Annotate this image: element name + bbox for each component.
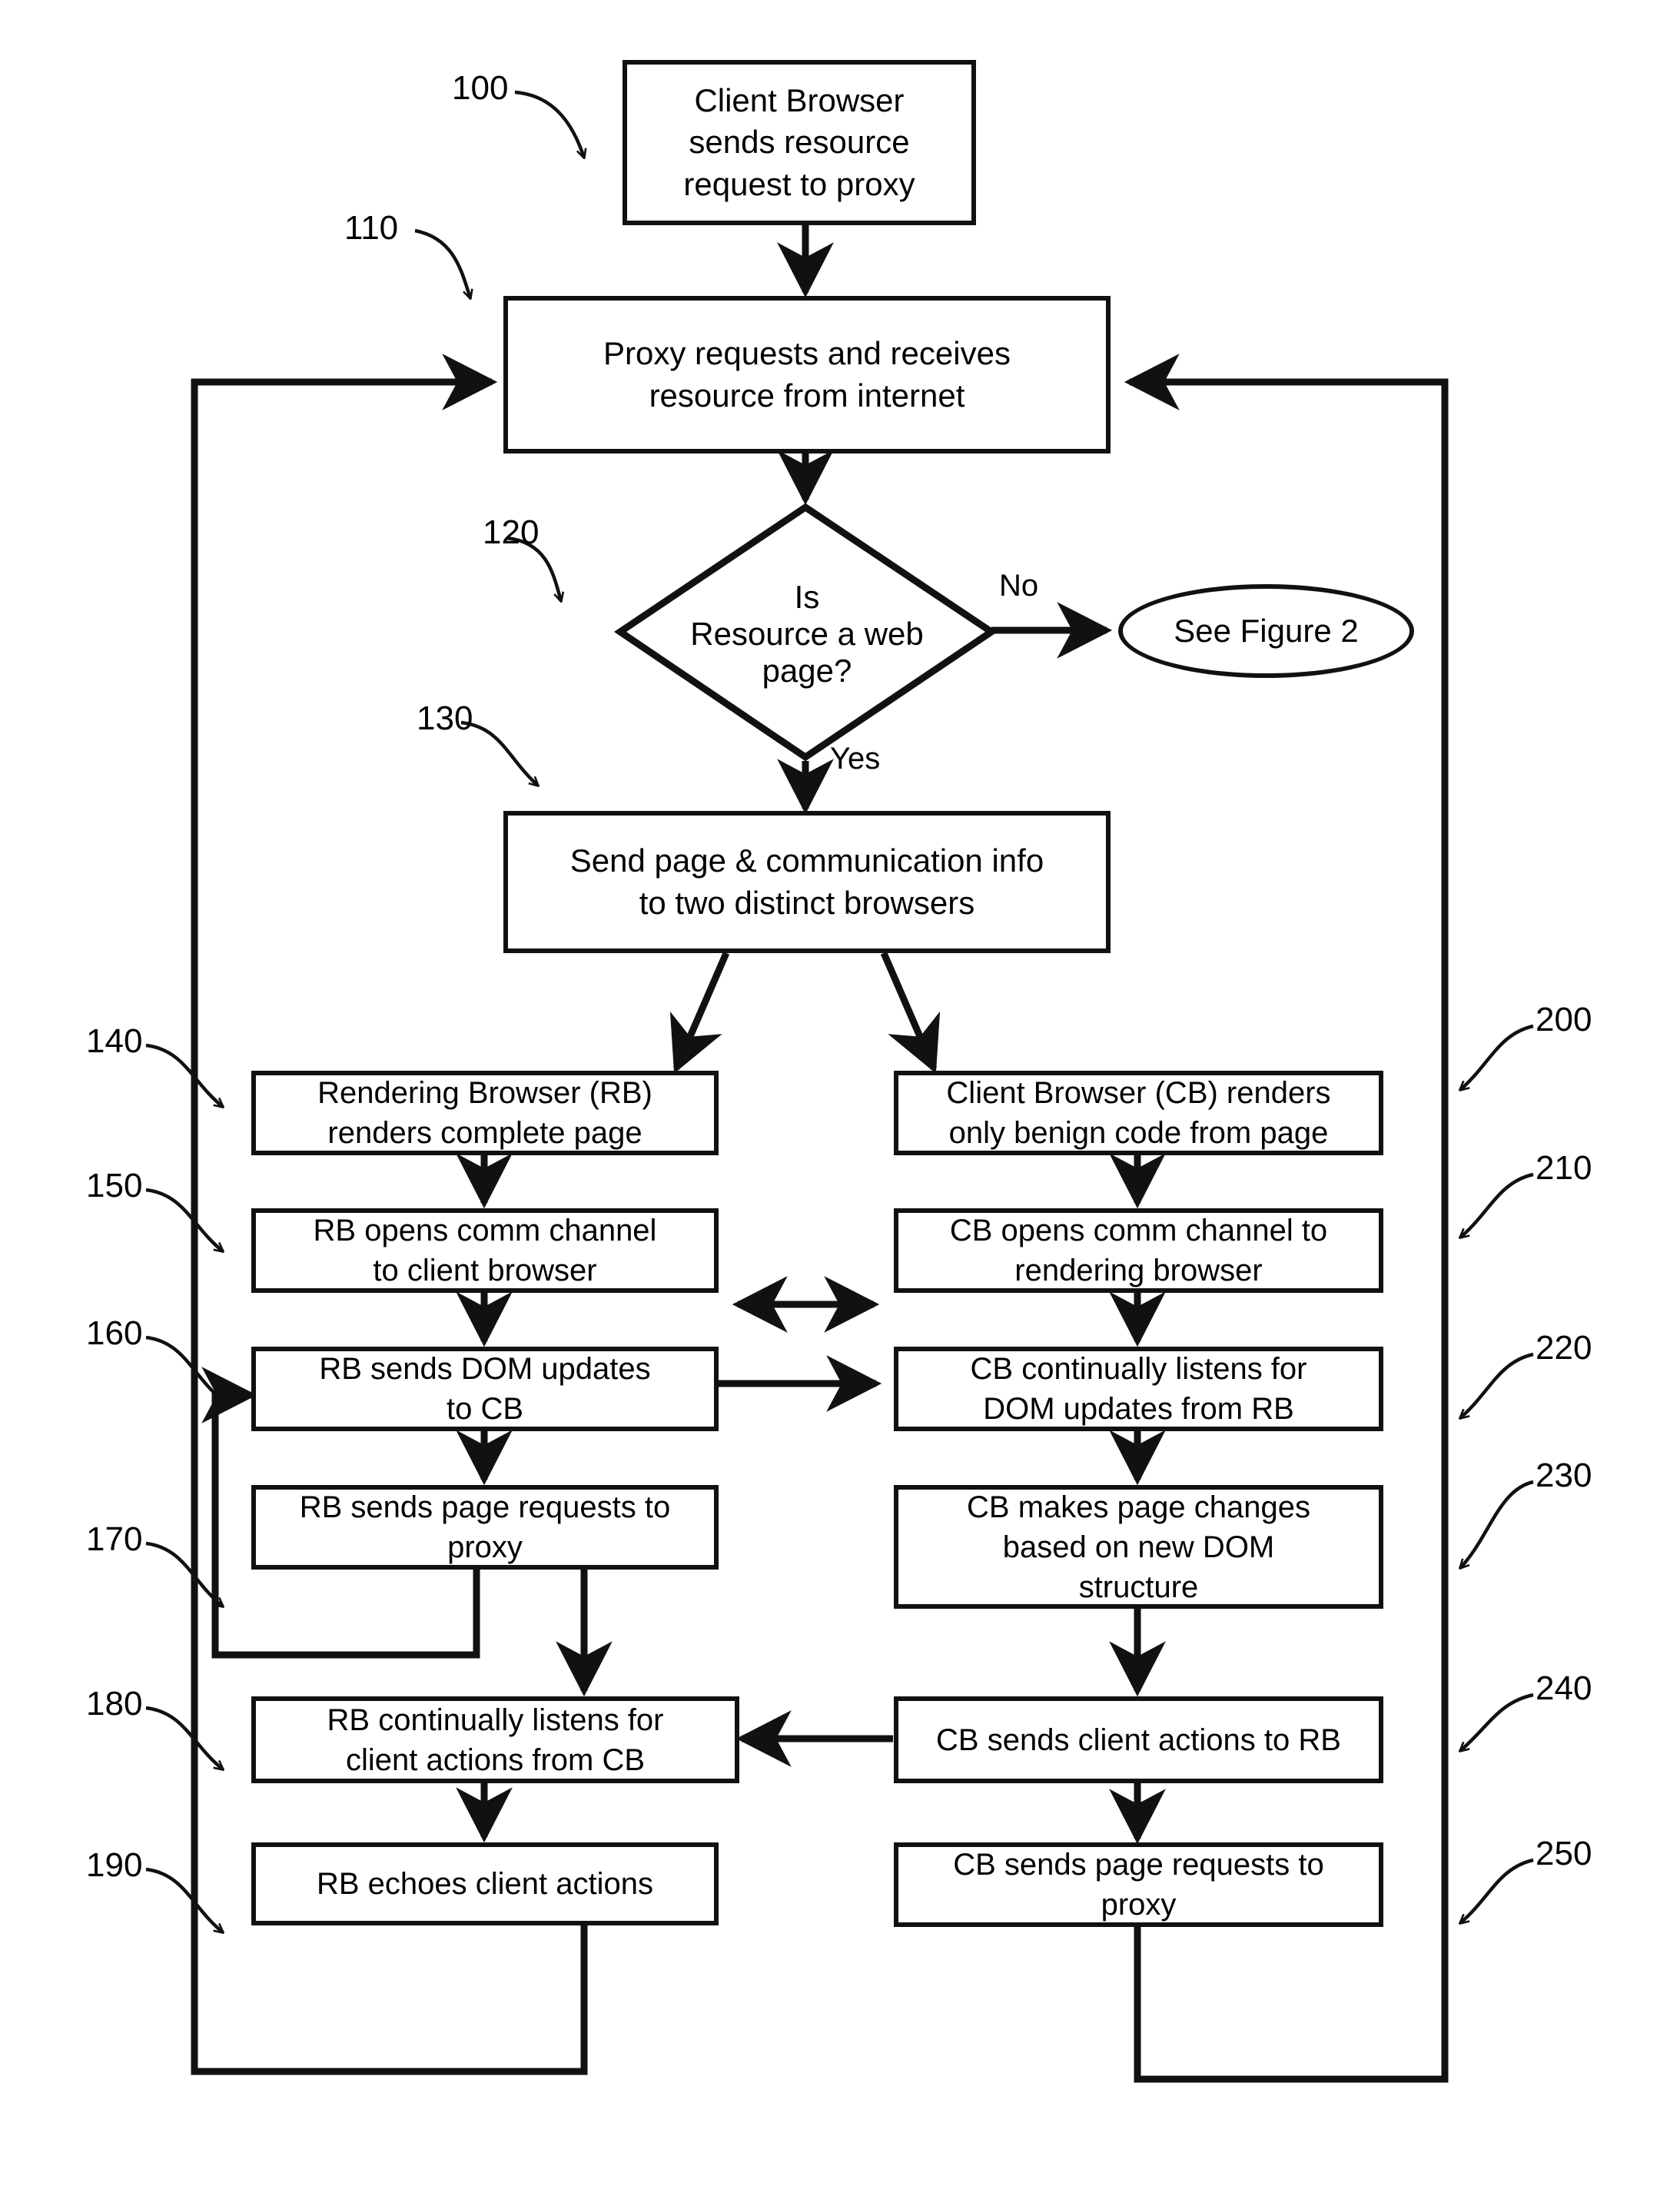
process-box-110: Proxy requests and receives resource fro…	[503, 296, 1111, 453]
ref-numeral-160: 160	[86, 1314, 143, 1352]
leader-190	[145, 1867, 223, 1932]
leader-240	[1460, 1693, 1534, 1751]
ref-numeral-200: 200	[1536, 1001, 1592, 1038]
ref-numeral-250: 250	[1536, 1835, 1592, 1872]
ref-numeral-220: 220	[1536, 1329, 1592, 1367]
leader-200	[1460, 1024, 1534, 1090]
box230-line3: structure	[1078, 1570, 1199, 1604]
leader-100	[514, 90, 584, 158]
box130-line2: to two distinct browsers	[639, 884, 975, 921]
box230-line2: based on new DOM	[1002, 1530, 1275, 1564]
box150-line2: to client browser	[373, 1254, 597, 1287]
box200-line2: only benign code from page	[948, 1116, 1329, 1150]
box230-line1: CB makes page changes	[967, 1490, 1310, 1524]
leader-230	[1460, 1480, 1534, 1568]
process-box-250: CB sends page requests to proxy	[894, 1842, 1383, 1927]
process-box-100: Client Browser sends resource request to…	[623, 60, 976, 225]
box210-line1: CB opens comm channel to	[949, 1214, 1328, 1247]
box170-line1: RB sends page requests to	[299, 1490, 671, 1524]
box160-line1: RB sends DOM updates	[319, 1352, 651, 1386]
box150-line1: RB opens comm channel	[313, 1214, 657, 1247]
ref-numeral-100: 100	[452, 69, 509, 107]
edge-label-yes: Yes	[830, 742, 881, 776]
edge-label-no: No	[999, 569, 1039, 603]
process-box-230: CB makes page changes based on new DOM s…	[894, 1485, 1383, 1609]
process-box-240: CB sends client actions to RB	[894, 1696, 1383, 1783]
box250-line2: proxy	[1101, 1888, 1177, 1922]
flowchart-canvas: Client Browser sends resource request to…	[0, 0, 1680, 2186]
box140-line1: Rendering Browser (RB)	[317, 1076, 652, 1110]
leader-160	[145, 1335, 223, 1400]
box100-line3: request to proxy	[683, 165, 915, 202]
edge-130-to-140	[669, 952, 730, 1074]
box220-line2: DOM updates from RB	[983, 1392, 1294, 1426]
box140-line2: renders complete page	[327, 1116, 642, 1150]
ref-numeral-120: 120	[483, 513, 540, 551]
figure2-label: See Figure 2	[1174, 613, 1359, 649]
edge-130-to-200	[880, 952, 941, 1074]
process-box-160: RB sends DOM updates to CB	[251, 1347, 719, 1431]
ref-numeral-110: 110	[344, 209, 399, 247]
process-box-170: RB sends page requests to proxy	[251, 1485, 719, 1570]
process-box-130: Send page & communication info to two di…	[503, 811, 1111, 953]
ref-numeral-190: 190	[86, 1846, 143, 1884]
leader-170	[145, 1541, 223, 1606]
decision-text-120: Is Resource a web page?	[653, 538, 961, 730]
process-box-140: Rendering Browser (RB) renders complete …	[251, 1071, 719, 1155]
box180-line2: client actions from CB	[345, 1742, 646, 1777]
leader-150	[145, 1188, 223, 1251]
ref-numeral-130: 130	[417, 699, 473, 737]
box200-line1: Client Browser (CB) renders	[946, 1076, 1331, 1110]
ref-numeral-240: 240	[1536, 1669, 1592, 1707]
ref-numeral-150: 150	[86, 1167, 143, 1204]
box100-line2: sends resource	[689, 124, 910, 161]
leader-180	[145, 1706, 223, 1769]
process-box-200: Client Browser (CB) renders only benign …	[894, 1071, 1383, 1155]
ref-numeral-230: 230	[1536, 1457, 1592, 1494]
box210-line2: rendering browser	[1014, 1254, 1263, 1287]
ref-numeral-180: 180	[86, 1685, 143, 1723]
box180-line1: RB continually listens for	[327, 1703, 664, 1737]
process-box-220: CB continually listens for DOM updates f…	[894, 1347, 1383, 1431]
leader-250	[1460, 1858, 1534, 1923]
box250-line1: CB sends page requests to	[953, 1848, 1324, 1882]
ref-numeral-170: 170	[86, 1520, 143, 1558]
box110-line2: resource from internet	[649, 377, 965, 414]
process-box-150: RB opens comm channel to client browser	[251, 1208, 719, 1293]
ref-numeral-140: 140	[86, 1022, 143, 1060]
process-box-190: RB echoes client actions	[251, 1842, 719, 1925]
diamond120-line1: Is	[794, 579, 820, 615]
terminator-see-figure-2: See Figure 2	[1118, 584, 1414, 678]
leader-140	[145, 1043, 223, 1107]
box130-line1: Send page & communication info	[569, 842, 1044, 879]
diamond120-line2: Resource a web	[690, 616, 924, 652]
process-box-210: CB opens comm channel to rendering brows…	[894, 1208, 1383, 1293]
box170-line2: proxy	[447, 1530, 523, 1564]
box240-line1: CB sends client actions to RB	[936, 1723, 1341, 1757]
box190-line1: RB echoes client actions	[316, 1867, 653, 1901]
ref-numeral-210: 210	[1536, 1149, 1592, 1187]
leader-210	[1460, 1172, 1534, 1238]
box220-line1: CB continually listens for	[970, 1352, 1307, 1386]
leader-110	[414, 228, 470, 298]
box100-line1: Client Browser	[694, 81, 905, 118]
box110-line1: Proxy requests and receives	[603, 334, 1011, 371]
box160-line2: to CB	[446, 1392, 524, 1426]
diamond120-line3: page?	[762, 653, 852, 689]
process-box-180: RB continually listens for client action…	[251, 1696, 739, 1783]
leader-220	[1460, 1352, 1534, 1418]
